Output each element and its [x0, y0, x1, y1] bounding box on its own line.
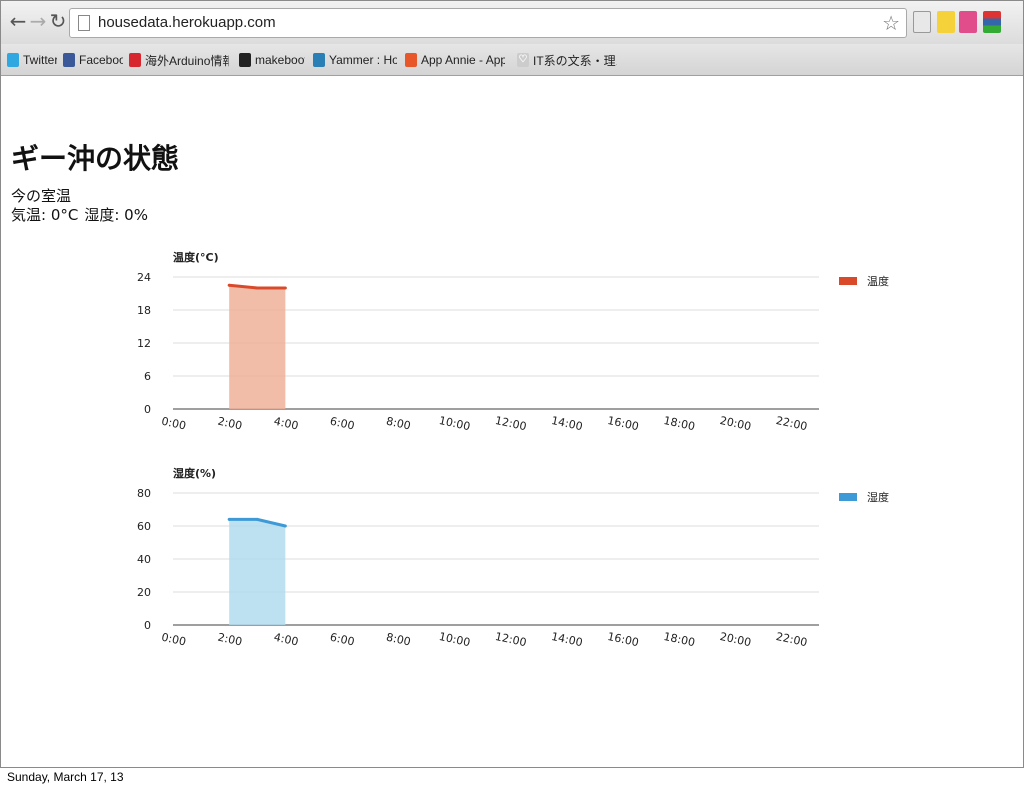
- humidity-legend-label: 湿度: [867, 490, 889, 504]
- temperature-y-tick-label: 0: [144, 403, 151, 416]
- temperature-x-tick-label: 16:00: [606, 414, 640, 433]
- temperature-x-tick-label: 6:00: [329, 415, 356, 433]
- bookmark-label: makebooth: [255, 53, 305, 67]
- humidity-series-area: [229, 519, 286, 625]
- bookmark-label: Yammer : Home: [329, 53, 397, 67]
- humidity-data-point: [283, 524, 287, 528]
- temperature-chart: 温度(°C) 0 6 12 18 24 0:00 2:00 4:00 6:00 8:00 10:00 1…: [137, 250, 889, 433]
- bookmark-label: Twitter: [23, 53, 57, 67]
- reload-icon[interactable]: ↻: [47, 9, 69, 33]
- humidity-x-tick-label: 16:00: [606, 630, 640, 649]
- humidity-y-tick-label: 80: [137, 487, 151, 500]
- bookmark-makebooth[interactable]: makebooth: [239, 51, 305, 69]
- yammer-icon: [313, 53, 325, 67]
- temperature-data-point: [283, 286, 287, 290]
- temperature-data-point: [255, 286, 259, 290]
- makebooth-icon: [239, 53, 251, 67]
- temperature-series-area: [229, 285, 286, 409]
- humidity-y-tick-label: 40: [137, 553, 151, 566]
- temperature-x-tick-label: 4:00: [273, 415, 300, 433]
- humidity-x-tick-label: 20:00: [719, 630, 753, 649]
- bookmark-yammer[interactable]: Yammer : Home: [313, 51, 397, 69]
- twitter-icon: [7, 53, 19, 67]
- back-arrow-icon[interactable]: ←: [7, 9, 29, 33]
- humidity-data-point: [227, 517, 231, 521]
- humidity-reading: 湿度: 0%: [84, 206, 148, 224]
- humidity-y-tick-label: 20: [137, 586, 151, 599]
- humidity-y-tick-label: 60: [137, 520, 151, 533]
- page-title: ギー沖の状態: [11, 142, 180, 175]
- extension-w-icon[interactable]: [937, 11, 955, 33]
- temperature-x-tick-label: 18:00: [662, 414, 696, 433]
- temperature-x-tick-label: 20:00: [719, 414, 753, 433]
- bookmark-arduino[interactable]: 海外Arduino情報 | Di: [129, 51, 229, 69]
- temperature-x-tick-label: 8:00: [385, 415, 412, 433]
- address-bar[interactable]: housedata.herokuapp.com ☆: [69, 8, 907, 38]
- bookmarks-bar: Twitter Facebook 海外Arduino情報 | Di makebo…: [1, 44, 1023, 76]
- bookmark-label: IT系の文系・理系学生: [533, 53, 617, 68]
- bookmark-twitter[interactable]: Twitter: [7, 51, 57, 69]
- bookmark-star-icon[interactable]: ☆: [882, 11, 900, 35]
- bookmark-facebook[interactable]: Facebook: [63, 51, 123, 69]
- humidity-legend-swatch: [839, 493, 857, 501]
- humidity-x-tick-label: 8:00: [385, 631, 412, 649]
- humidity-y-tick-label: 0: [144, 619, 151, 632]
- bookmark-label: 海外Arduino情報 | Di: [145, 53, 229, 68]
- temperature-y-tick-label: 18: [137, 304, 151, 317]
- humidity-chart-title: 湿度(%): [173, 466, 216, 480]
- extension-stack-icon[interactable]: [983, 11, 1001, 33]
- temperature-y-tick-label: 24: [137, 271, 151, 284]
- extension-pink-icon[interactable]: [959, 11, 977, 33]
- current-readings: 気温: 0°C 湿度: 0%: [11, 204, 148, 225]
- humidity-x-tick-label: 2:00: [216, 631, 243, 649]
- forward-arrow-icon[interactable]: →: [27, 9, 49, 33]
- humidity-x-tick-label: 18:00: [662, 630, 696, 649]
- arduino-a-icon: [129, 53, 141, 67]
- temperature-reading: 気温: 0°C: [11, 206, 79, 224]
- browser-toolbar: ← → ↻ housedata.herokuapp.com ☆: [1, 1, 1023, 44]
- app-annie-icon: [405, 53, 417, 67]
- humidity-x-tick-label: 10:00: [438, 630, 472, 649]
- temperature-x-tick-label: 22:00: [775, 414, 809, 433]
- page-icon: [78, 15, 90, 31]
- bookmark-app-annie[interactable]: App Annie - App Ra: [405, 51, 505, 69]
- humidity-x-tick-label: 4:00: [273, 631, 300, 649]
- temperature-x-tick-label: 12:00: [494, 414, 528, 433]
- room-temperature-heading: 今の室温: [11, 187, 72, 205]
- humidity-data-point: [255, 517, 259, 521]
- temperature-legend-swatch: [839, 277, 857, 285]
- humidity-x-tick-label: 6:00: [329, 631, 356, 649]
- browser-window: ← → ↻ housedata.herokuapp.com ☆ Twitter …: [0, 0, 1024, 768]
- temperature-x-tick-label: 10:00: [438, 414, 472, 433]
- humidity-chart: 湿度(%) 0 20 40 60 80 0:00 2:00 4:00 6:00 8:00 10:00 1…: [137, 466, 889, 649]
- humidity-x-tick-label: 12:00: [494, 630, 528, 649]
- humidity-x-tick-label: 14:00: [550, 630, 584, 649]
- temperature-data-point: [227, 283, 231, 287]
- extension-icon[interactable]: [913, 11, 931, 33]
- temperature-x-tick-label: 14:00: [550, 414, 584, 433]
- temperature-y-tick-label: 12: [137, 337, 151, 350]
- temperature-chart-title: 温度(°C): [173, 250, 219, 264]
- heart-icon: ♡: [517, 53, 529, 67]
- temperature-x-tick-label: 2:00: [216, 415, 243, 433]
- bookmark-label: App Annie - App Ra: [421, 53, 505, 67]
- footer-date: Sunday, March 17, 13: [7, 770, 124, 784]
- humidity-x-tick-label: 22:00: [775, 630, 809, 649]
- temperature-legend-label: 温度: [867, 274, 889, 288]
- bookmark-label: Facebook: [79, 53, 123, 67]
- bookmark-it-students[interactable]: ♡ IT系の文系・理系学生: [517, 51, 617, 69]
- temperature-x-tick-label: 0:00: [160, 415, 187, 433]
- url-text[interactable]: housedata.herokuapp.com: [98, 14, 276, 31]
- humidity-x-tick-label: 0:00: [160, 631, 187, 649]
- temperature-y-tick-label: 6: [144, 370, 151, 383]
- facebook-icon: [63, 53, 75, 67]
